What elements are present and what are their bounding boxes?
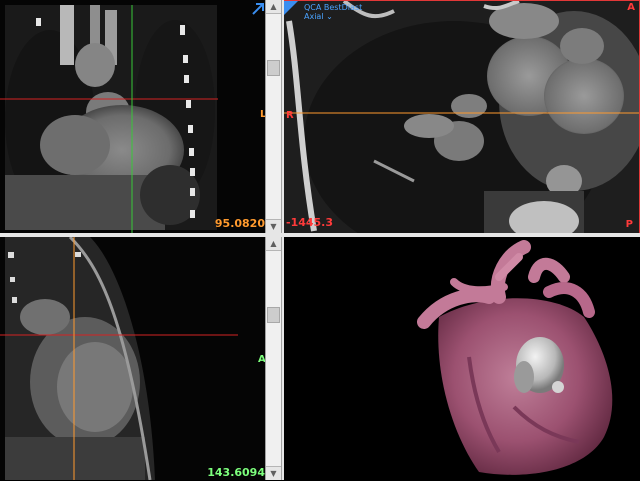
sagittal-orientation-right: A: [258, 354, 265, 365]
heart-3d-render: [284, 237, 640, 480]
axial-orientation-bottom: P: [625, 219, 633, 230]
axial-series-title: QCA BestDiast: [304, 3, 363, 12]
sagittal-scroll-up-button[interactable]: ▲: [266, 237, 281, 251]
axial-viewport[interactable]: QCA BestDiast Axial ⌄ A R P -1445.3: [283, 0, 640, 235]
axial-view-dropdown[interactable]: Axial ⌄: [304, 12, 333, 21]
coronal-slice-value: 95.0820: [214, 217, 265, 230]
sagittal-slice-value: 143.6094: [207, 466, 265, 479]
axial-slice-value: -1445.3: [286, 216, 334, 229]
expand-arrow-icon[interactable]: [251, 2, 265, 16]
coronal-scroll-down-button[interactable]: ▼: [266, 219, 281, 233]
axial-image: [284, 1, 639, 234]
coronal-scroll-thumb[interactable]: [267, 60, 280, 76]
coronal-viewport[interactable]: L 95.0820: [0, 0, 265, 233]
sagittal-scroll-thumb[interactable]: [267, 307, 280, 323]
coronal-scrollbar[interactable]: ▲ ▼: [265, 0, 282, 233]
axial-view-label: Axial: [304, 12, 324, 21]
coronal-scroll-up-button[interactable]: ▲: [266, 0, 281, 14]
coronal-image: [0, 0, 265, 233]
axial-orientation-left: R: [286, 110, 294, 121]
chevron-down-icon: ⌄: [326, 12, 333, 21]
sagittal-scrollbar[interactable]: ▲ ▼: [265, 237, 282, 480]
sagittal-viewport[interactable]: A 143.6094: [0, 237, 265, 480]
volume-3d-viewport[interactable]: [284, 237, 640, 480]
sagittal-image: [0, 237, 265, 480]
axial-orientation-top: A: [627, 2, 635, 13]
sagittal-scroll-down-button[interactable]: ▼: [266, 466, 281, 480]
